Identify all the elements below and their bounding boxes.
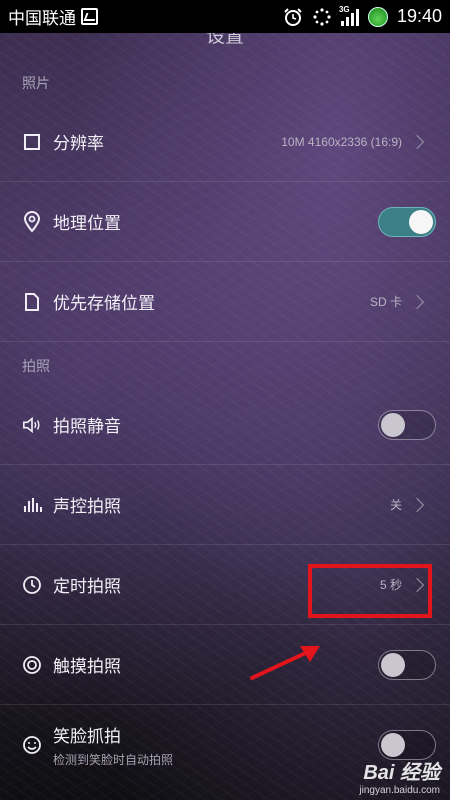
storage-label: 优先存储位置 (53, 294, 155, 313)
location-label: 地理位置 (53, 214, 121, 233)
watermark-brand: Bai 经验 (363, 762, 440, 784)
setting-row-voice[interactable]: 声控拍照 关 (0, 465, 450, 545)
toggle-knob (409, 209, 433, 234)
carrier-name: 中国联通 (8, 9, 76, 28)
battery-icon (367, 6, 388, 27)
network-type-label: 3G (338, 4, 350, 14)
sound-bars-icon (22, 495, 42, 515)
sync-dots-icon (312, 7, 332, 27)
resolution-value: 10M 4160x2336 (16:9) (281, 134, 402, 149)
toggle-knob (381, 412, 405, 437)
status-icons: 3G 19:40 (283, 4, 442, 27)
mute-toggle[interactable] (378, 409, 436, 440)
smile-description: 检测到笑脸时自动拍照 (53, 753, 174, 767)
section-header-shooting: 拍照 (22, 358, 50, 374)
smile-label: 笑脸抓拍 (53, 727, 121, 746)
clock-time: 19:40 (396, 6, 442, 26)
location-toggle[interactable] (378, 206, 436, 237)
resolution-label: 分辨率 (53, 134, 104, 153)
alarm-clock-icon (283, 7, 303, 27)
setting-row-touch[interactable]: 触摸拍照 (0, 625, 450, 705)
chevron-right-icon (409, 294, 425, 309)
carrier-group: 中国联通 (8, 4, 98, 29)
setting-row-mute[interactable]: 拍照静音 (0, 385, 450, 465)
status-bar: 中国联通 3G 19:40 (0, 0, 450, 33)
section-header-photo: 照片 (22, 75, 50, 91)
setting-row-resolution[interactable]: 分辨率 10M 4160x2336 (16:9) (0, 102, 450, 182)
location-pin-icon (22, 210, 42, 233)
smile-text-block: 笑脸抓拍 检测到笑脸时自动拍照 (53, 722, 173, 768)
file-icon (22, 292, 42, 312)
voice-value: 关 (389, 498, 402, 512)
voice-label: 声控拍照 (53, 497, 121, 516)
image-notification-icon (81, 8, 98, 25)
speaker-icon (22, 415, 42, 435)
signal-strength-icon: 3G (338, 4, 359, 26)
clock-icon (22, 575, 42, 595)
target-icon (22, 655, 42, 675)
touch-toggle[interactable] (378, 649, 436, 680)
smile-icon (22, 735, 42, 755)
chevron-right-icon (409, 497, 425, 512)
setting-row-location[interactable]: 地理位置 (0, 182, 450, 262)
toggle-knob (381, 652, 405, 677)
touch-label: 触摸拍照 (53, 657, 121, 676)
red-arrow-annotation (250, 646, 320, 680)
red-highlight-box (308, 564, 432, 618)
mute-label: 拍照静音 (53, 417, 121, 436)
chevron-right-icon (409, 134, 425, 149)
setting-row-storage[interactable]: 优先存储位置 SD 卡 (0, 262, 450, 342)
square-icon (22, 132, 42, 152)
storage-value: SD 卡 (369, 295, 402, 309)
toggle-knob (381, 733, 405, 757)
watermark-site: jingyan.baidu.com (359, 785, 440, 796)
timer-label: 定时拍照 (53, 577, 121, 596)
baidu-watermark: Bai 经验 jingyan.baidu.com (359, 756, 440, 796)
